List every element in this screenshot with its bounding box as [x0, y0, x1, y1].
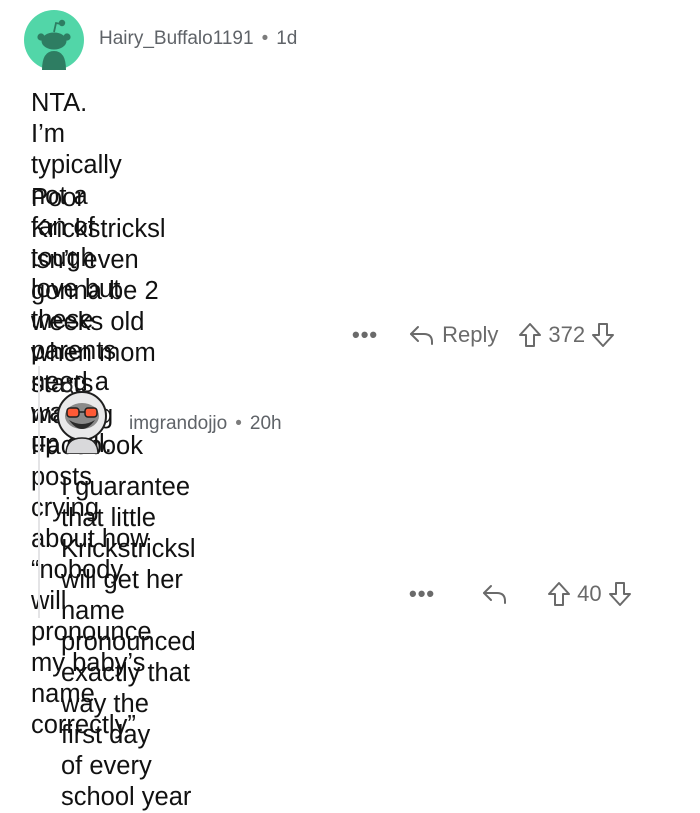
- reply-arrow-icon[interactable]: [481, 582, 509, 606]
- comment-1-actions: ••• Reply 372: [352, 322, 615, 348]
- reply-label: Reply: [442, 322, 499, 347]
- vote-score: 372: [548, 322, 586, 347]
- reply-arrow-icon: [410, 326, 434, 345]
- meta-separator: •: [235, 413, 242, 434]
- meta-separator: •: [261, 28, 269, 49]
- reply-button[interactable]: Reply: [408, 322, 498, 348]
- username[interactable]: Hairy_Buffalo1191: [99, 28, 254, 50]
- more-options-button[interactable]: •••: [409, 583, 435, 605]
- comment-2-avatar[interactable]: [52, 381, 112, 459]
- comment-age: 20h: [249, 413, 282, 434]
- downvote-icon[interactable]: [608, 581, 632, 607]
- comment-2-actions: ••• 40: [409, 581, 632, 607]
- comment-1-meta: Hairy_Buffalo1191 • 1d: [99, 28, 297, 50]
- username[interactable]: imgrandojjo: [129, 413, 227, 435]
- thread-line[interactable]: [38, 366, 40, 618]
- vote-controls: 40: [547, 581, 631, 607]
- vote-controls: 372: [518, 322, 615, 348]
- comment-1-avatar[interactable]: [24, 10, 84, 75]
- upvote-icon[interactable]: [547, 581, 571, 607]
- snoo-avatar-icon: [24, 10, 84, 70]
- downvote-icon[interactable]: [591, 322, 615, 348]
- comment-2-meta: imgrandojjo • 20h: [129, 413, 282, 435]
- vote-score: 40: [577, 581, 602, 606]
- comment-age: 1d: [276, 28, 298, 49]
- snoo-astronaut-avatar-icon: [57, 381, 107, 455]
- upvote-icon[interactable]: [518, 322, 542, 348]
- comment-2-body: I guarantee that little Krickstricksl wi…: [61, 473, 196, 811]
- more-options-button[interactable]: •••: [352, 324, 378, 346]
